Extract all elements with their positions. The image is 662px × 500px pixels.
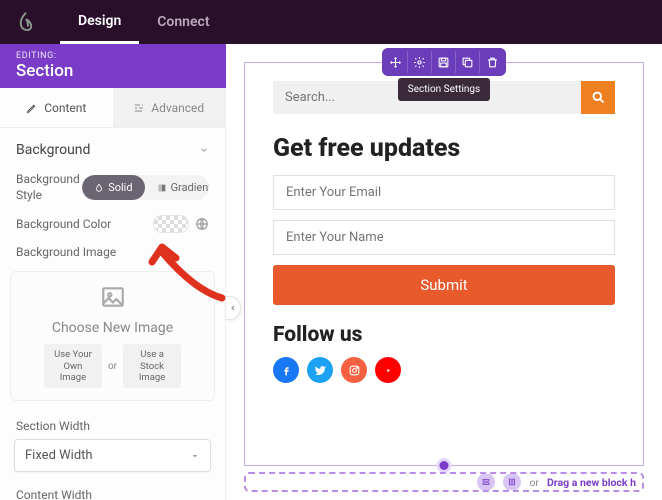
gear-icon (413, 56, 426, 69)
app-logo (12, 8, 40, 36)
chevron-down-icon (199, 145, 209, 155)
canvas: Section Settings Get free updates Submit… (226, 44, 662, 500)
toolbar-tooltip: Section Settings (398, 78, 490, 101)
drop-row-button[interactable] (477, 473, 495, 491)
droplet-icon (94, 183, 104, 193)
pencil-icon (26, 102, 38, 114)
rows-icon (481, 477, 491, 487)
section-toolbar: Section Settings (382, 48, 506, 101)
image-icon (98, 284, 128, 310)
choose-image-label: Choose New Image (19, 320, 206, 336)
editing-label: EDITING: (16, 51, 73, 61)
caret-down-icon (190, 451, 200, 461)
drop-zone[interactable]: or Drag a new block h (244, 472, 644, 492)
email-field[interactable] (273, 175, 615, 210)
dropzone-or: or (529, 476, 539, 489)
section-width-value: Fixed Width (25, 448, 93, 463)
save-icon (437, 56, 450, 69)
instagram-button[interactable] (341, 357, 367, 383)
name-field[interactable] (273, 220, 615, 255)
instagram-icon (348, 364, 361, 377)
columns-icon (507, 477, 517, 487)
globe-icon[interactable] (195, 217, 209, 231)
youtube-icon (382, 364, 395, 377)
bg-color-row: Background Color (0, 209, 225, 239)
chevron-left-icon (229, 304, 237, 312)
panel-tab-advanced[interactable]: Advanced (113, 88, 226, 127)
trash-icon (486, 56, 499, 69)
sidebar: Content Advanced Background Background S… (0, 88, 226, 500)
section-width-label: Section Width (0, 413, 225, 437)
bg-color-label: Background Color (16, 217, 111, 231)
panel-tab-content-label: Content (44, 101, 86, 115)
social-row (273, 357, 615, 383)
content-width-label: Content Width (0, 482, 225, 500)
toolbar-move-button[interactable] (384, 51, 408, 73)
background-title: Background (16, 142, 90, 158)
twitter-button[interactable] (307, 357, 333, 383)
facebook-icon (280, 364, 293, 377)
image-picker: Choose New Image Use Your Own Image or U… (10, 271, 215, 401)
toolbar-duplicate-button[interactable] (456, 51, 480, 73)
heading-follow: Follow us (273, 323, 615, 347)
submit-button[interactable]: Submit (273, 265, 615, 305)
use-stock-image-button[interactable]: Use a Stock Image (123, 344, 181, 388)
top-nav: Design Connect (0, 0, 662, 44)
bg-image-label: Background Image (16, 245, 116, 259)
twitter-icon (314, 364, 327, 377)
use-own-image-button[interactable]: Use Your Own Image (44, 344, 102, 388)
section-resize-handle[interactable] (437, 458, 452, 473)
bg-style-row: Background Style Solid Gradient (0, 166, 225, 209)
bg-style-gradient[interactable]: Gradient (145, 175, 209, 200)
drop-col-button[interactable] (503, 473, 521, 491)
section-width-dropdown[interactable]: Fixed Width (14, 439, 211, 472)
nav-tab-design[interactable]: Design (60, 0, 139, 44)
gradient-icon (157, 183, 167, 193)
image-or: or (108, 361, 117, 372)
toolbar-settings-button[interactable] (408, 51, 432, 73)
section-frame[interactable]: Get free updates Submit Follow us (244, 62, 644, 466)
bg-style-solid[interactable]: Solid (82, 175, 144, 200)
facebook-button[interactable] (273, 357, 299, 383)
search-button[interactable] (581, 81, 615, 114)
background-accordion[interactable]: Background (0, 128, 225, 166)
bg-style-toggle: Solid Gradient (82, 175, 209, 200)
dropzone-text: Drag a new block h (547, 476, 636, 489)
toolbar-delete-button[interactable] (480, 51, 504, 73)
editing-section: Section (16, 61, 73, 81)
color-swatch[interactable] (153, 215, 189, 233)
sliders-icon (133, 102, 145, 114)
bg-style-label: Background Style (16, 172, 82, 203)
panel-tab-content[interactable]: Content (0, 88, 113, 127)
nav-tab-connect[interactable]: Connect (139, 0, 227, 44)
bg-image-row: Background Image (0, 239, 225, 265)
youtube-button[interactable] (375, 357, 401, 383)
panel-tab-advanced-label: Advanced (151, 101, 204, 115)
move-icon (389, 56, 402, 69)
heading-updates: Get free updates (273, 134, 615, 163)
toolbar-save-button[interactable] (432, 51, 456, 73)
copy-icon (461, 56, 474, 69)
search-icon (591, 90, 606, 105)
